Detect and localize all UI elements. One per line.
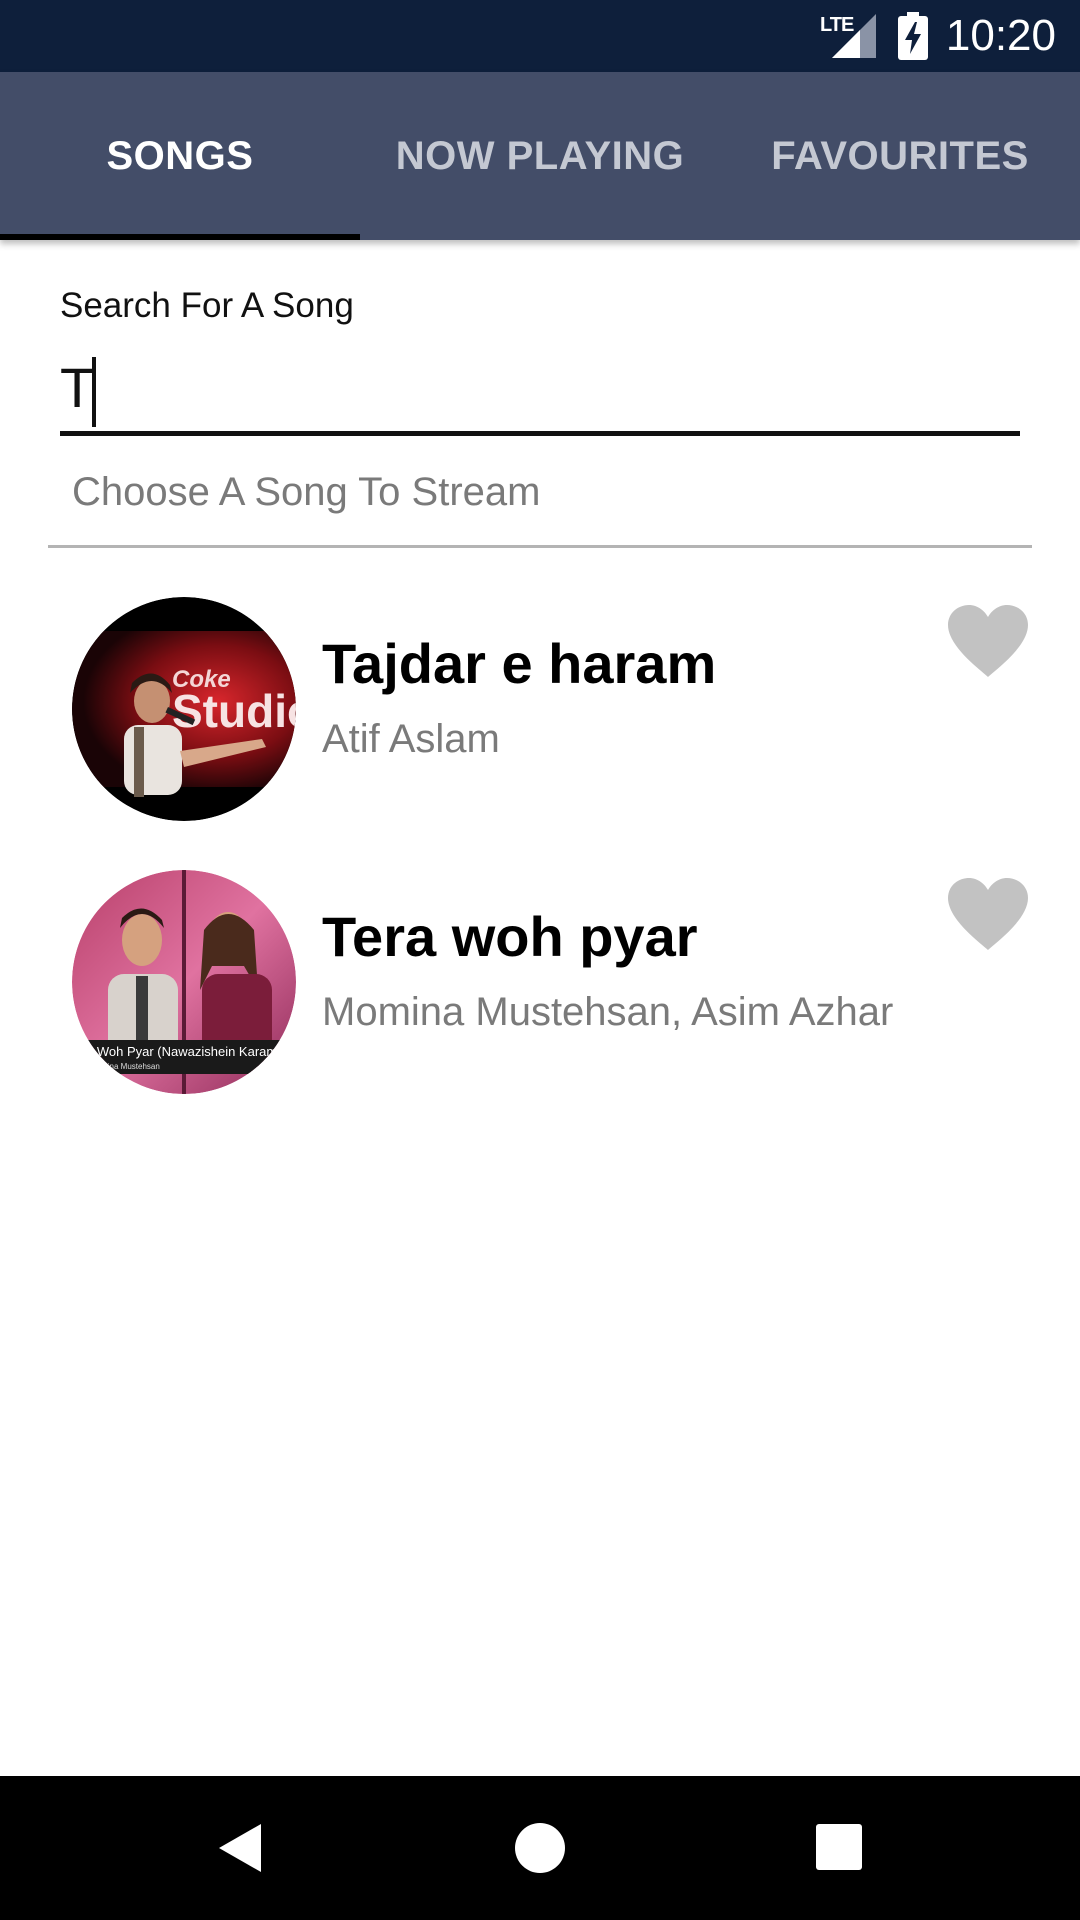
- recents-icon[interactable]: [812, 1820, 868, 1876]
- svg-text:a Woh Pyar (Nawazishein Karam): a Woh Pyar (Nawazishein Karam): [86, 1044, 282, 1059]
- album-art: Coke Studio: [72, 597, 296, 821]
- search-label: Search For A Song: [60, 286, 354, 325]
- heart-icon[interactable]: [946, 876, 1030, 952]
- song-artist: Atif Aslam: [322, 717, 500, 761]
- tab-now-playing[interactable]: NOW PLAYING: [360, 72, 720, 240]
- tab-songs[interactable]: SONGS: [0, 72, 360, 240]
- svg-text:Momina Mustehsan: Momina Mustehsan: [90, 1062, 160, 1071]
- back-icon[interactable]: [213, 1820, 269, 1876]
- battery-charging-icon: [898, 12, 928, 60]
- song-title: Tera woh pyar: [322, 905, 698, 968]
- network-type: LTE: [820, 14, 854, 36]
- svg-text:Studio: Studio: [172, 685, 296, 737]
- song-list-item[interactable]: a Woh Pyar (Nawazishein Karam) Momina Mu…: [48, 846, 1032, 1116]
- song-title: Tajdar e haram: [322, 632, 717, 695]
- clock: 10:20: [945, 11, 1056, 60]
- song-artist: Momina Mustehsan, Asim Azhar: [322, 990, 894, 1034]
- text-caret: [92, 357, 97, 428]
- system-nav-bar: [0, 1776, 1080, 1920]
- song-list-item[interactable]: Coke Studio Tajdar e haram Atif Aslam: [48, 573, 1032, 843]
- tab-bar: SONGS NOW PLAYING FAVOURITES: [0, 72, 1080, 240]
- album-art: a Woh Pyar (Nawazishein Karam) Momina Mu…: [72, 870, 296, 1094]
- heart-icon[interactable]: [946, 603, 1030, 679]
- song-picker[interactable]: Choose A Song To Stream: [48, 450, 1032, 548]
- search-input-value: T: [60, 356, 95, 419]
- active-tab-indicator: [0, 234, 360, 240]
- home-icon[interactable]: [512, 1820, 568, 1876]
- tab-favourites[interactable]: FAVOURITES: [720, 72, 1080, 240]
- status-bar: LTE 10:20: [0, 0, 1080, 72]
- search-input[interactable]: T: [60, 340, 1020, 436]
- song-picker-prompt: Choose A Song To Stream: [72, 470, 541, 514]
